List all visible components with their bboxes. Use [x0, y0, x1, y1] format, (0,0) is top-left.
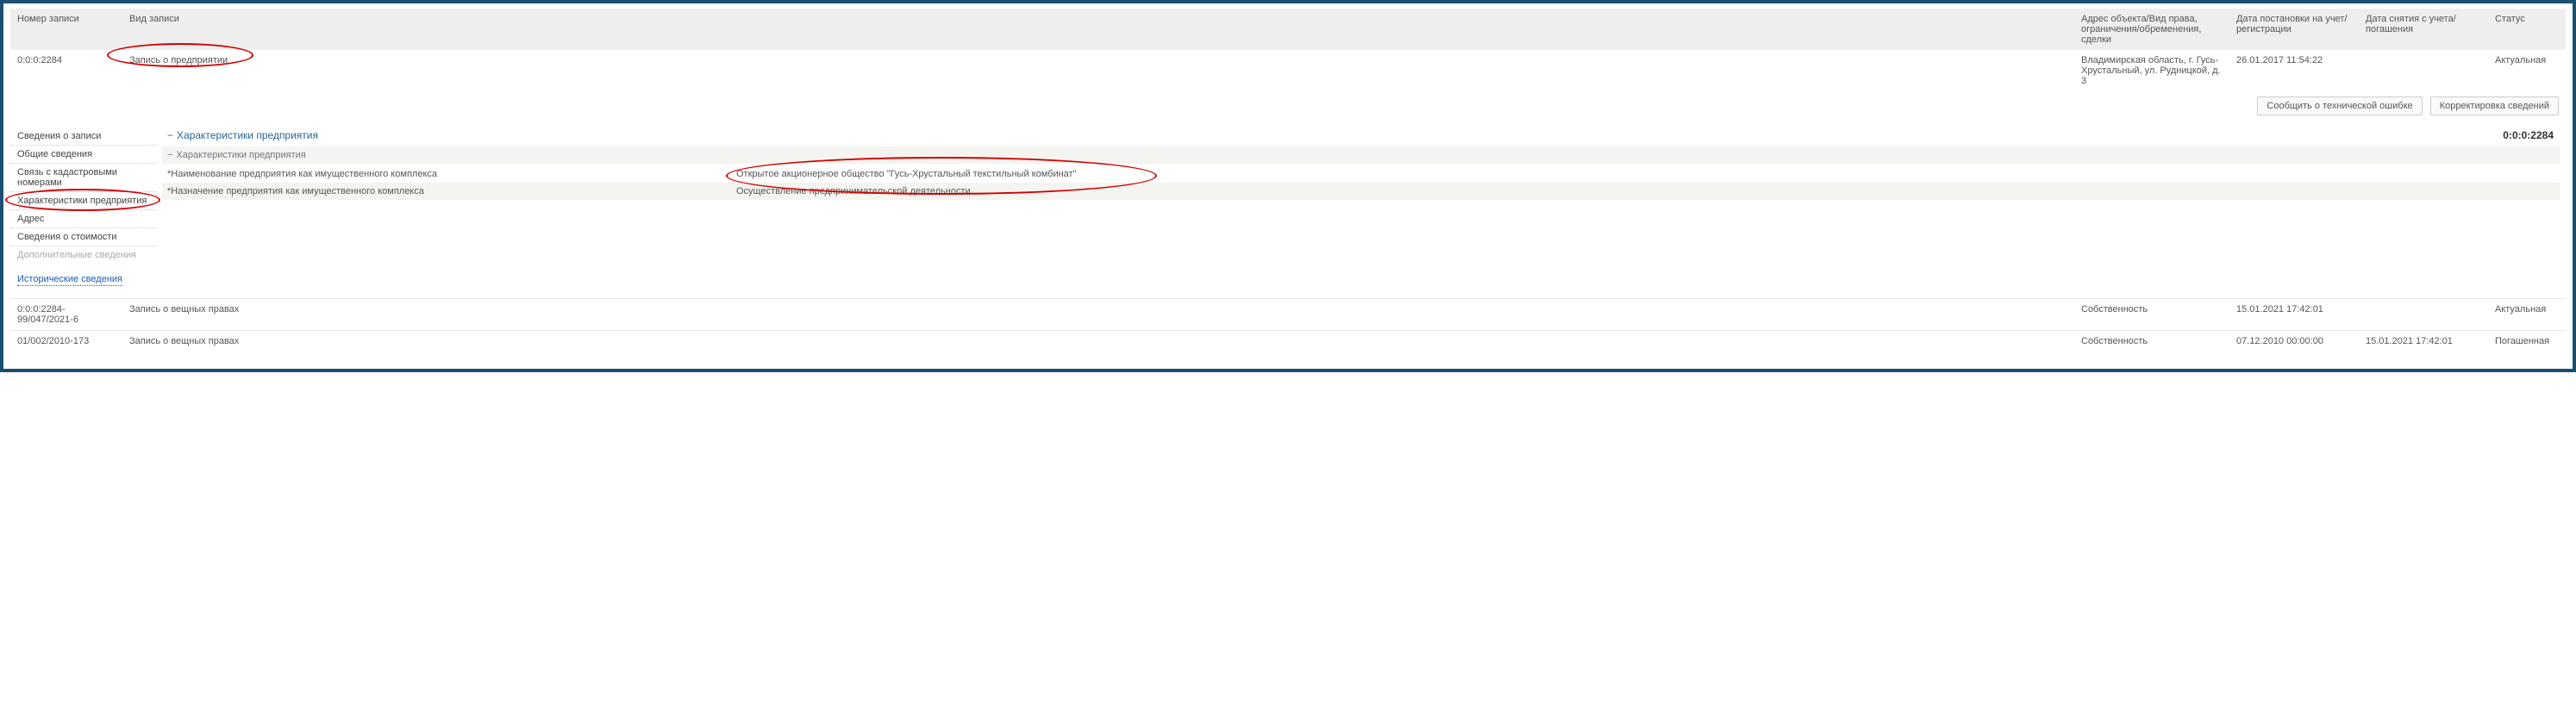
detail-main: −Характеристики предприятия 0:0:0:2284 −… — [157, 124, 2566, 290]
table-row[interactable]: 0:0:0:2284 Запись о предприятии Владимир… — [10, 50, 2566, 91]
record-reg-date: 07.12.2010 00:00:00 — [2229, 331, 2359, 352]
kv-label: *Назначение предприятия как имущественно… — [162, 183, 731, 200]
report-error-button[interactable]: Сообщить о технической ошибке — [2257, 97, 2422, 115]
record-number-link[interactable]: 0:0:0:2284-99/047/2021-6 — [10, 299, 122, 331]
sidebar-item-record-info[interactable]: Сведения о записи — [10, 128, 157, 146]
sidebar-item-cost[interactable]: Сведения о стоимости — [10, 228, 157, 246]
record-end-date — [2359, 299, 2488, 331]
correct-data-button[interactable]: Корректировка сведений — [2430, 97, 2559, 115]
sidebar-item-general[interactable]: Общие сведения — [10, 146, 157, 164]
record-number-link[interactable]: 01/002/2010-173 — [10, 331, 122, 352]
sidebar-item-cadastral-link[interactable]: Связь с кадастровыми номерами — [10, 164, 157, 192]
sidebar-item-address[interactable]: Адрес — [10, 210, 157, 228]
col-status: Статус — [2488, 9, 2566, 50]
kv-value: Осуществление предпринимательской деятел… — [731, 183, 2560, 200]
collapse-icon[interactable]: − — [167, 150, 172, 160]
table-header-row: Номер записи Вид записи Адрес объекта/Ви… — [10, 9, 2566, 50]
col-address: Адрес объекта/Вид права, ограничения/обр… — [2074, 9, 2229, 50]
record-status: Актуальная — [2488, 299, 2566, 331]
table-row[interactable]: 0:0:0:2284-99/047/2021-6 Запись о вещных… — [10, 299, 2566, 331]
detail-record-id: 0:0:0:2284 — [2496, 124, 2560, 146]
sidebar-item-characteristics[interactable]: Характеристики предприятия — [10, 192, 157, 210]
sidebar-item-additional[interactable]: Дополнительные сведения — [10, 246, 157, 264]
record-reg-date: 26.01.2017 11:54:22 — [2229, 50, 2359, 91]
record-number-link[interactable]: 0:0:0:2284 — [10, 50, 122, 91]
col-reg-date: Дата постановки на учет/регистрации — [2229, 9, 2359, 50]
kv-row: *Назначение предприятия как имущественно… — [162, 183, 2560, 200]
record-type: Запись о вещных правах — [122, 299, 2074, 331]
kv-row: *Наименование предприятия как имуществен… — [162, 165, 2560, 183]
col-record-number: Номер записи — [10, 9, 122, 50]
sub-section-title[interactable]: −Характеристики предприятия — [162, 146, 2560, 164]
sidebar-item-historic[interactable]: Исторические сведения — [17, 274, 122, 286]
col-end-date: Дата снятия с учета/погашения — [2359, 9, 2488, 50]
record-end-date — [2359, 50, 2488, 91]
section-title[interactable]: −Характеристики предприятия — [162, 126, 2496, 145]
record-address: Владимирская область, г. Гусь-Хрустальны… — [2074, 50, 2229, 91]
col-record-type: Вид записи — [122, 9, 2074, 50]
record-address: Собственность — [2074, 331, 2229, 352]
detail-sidebar: Сведения о записи Общие сведения Связь с… — [10, 124, 157, 290]
sub-section-text: Характеристики предприятия — [176, 150, 305, 160]
collapse-icon[interactable]: − — [167, 129, 173, 141]
kv-value: Открытое акционерное общество "Гусь-Хрус… — [731, 165, 2560, 183]
records-table: Номер записи Вид записи Адрес объекта/Ви… — [10, 9, 2566, 352]
kv-label: *Наименование предприятия как имуществен… — [162, 165, 731, 183]
record-type: Запись о вещных правах — [122, 331, 2074, 352]
record-type: Запись о предприятии — [129, 55, 228, 65]
record-status: Погашенная — [2488, 331, 2566, 352]
record-end-date: 15.01.2021 17:42:01 — [2359, 331, 2488, 352]
table-row[interactable]: 01/002/2010-173 Запись о вещных правах С… — [10, 331, 2566, 352]
record-address: Собственность — [2074, 299, 2229, 331]
section-title-text: Характеристики предприятия — [177, 129, 318, 141]
record-reg-date: 15.01.2021 17:42:01 — [2229, 299, 2359, 331]
record-status: Актуальная — [2488, 50, 2566, 91]
sidebar-item-label: Характеристики предприятия — [17, 196, 147, 206]
action-bar: Сообщить о технической ошибке Корректиро… — [10, 91, 2566, 121]
